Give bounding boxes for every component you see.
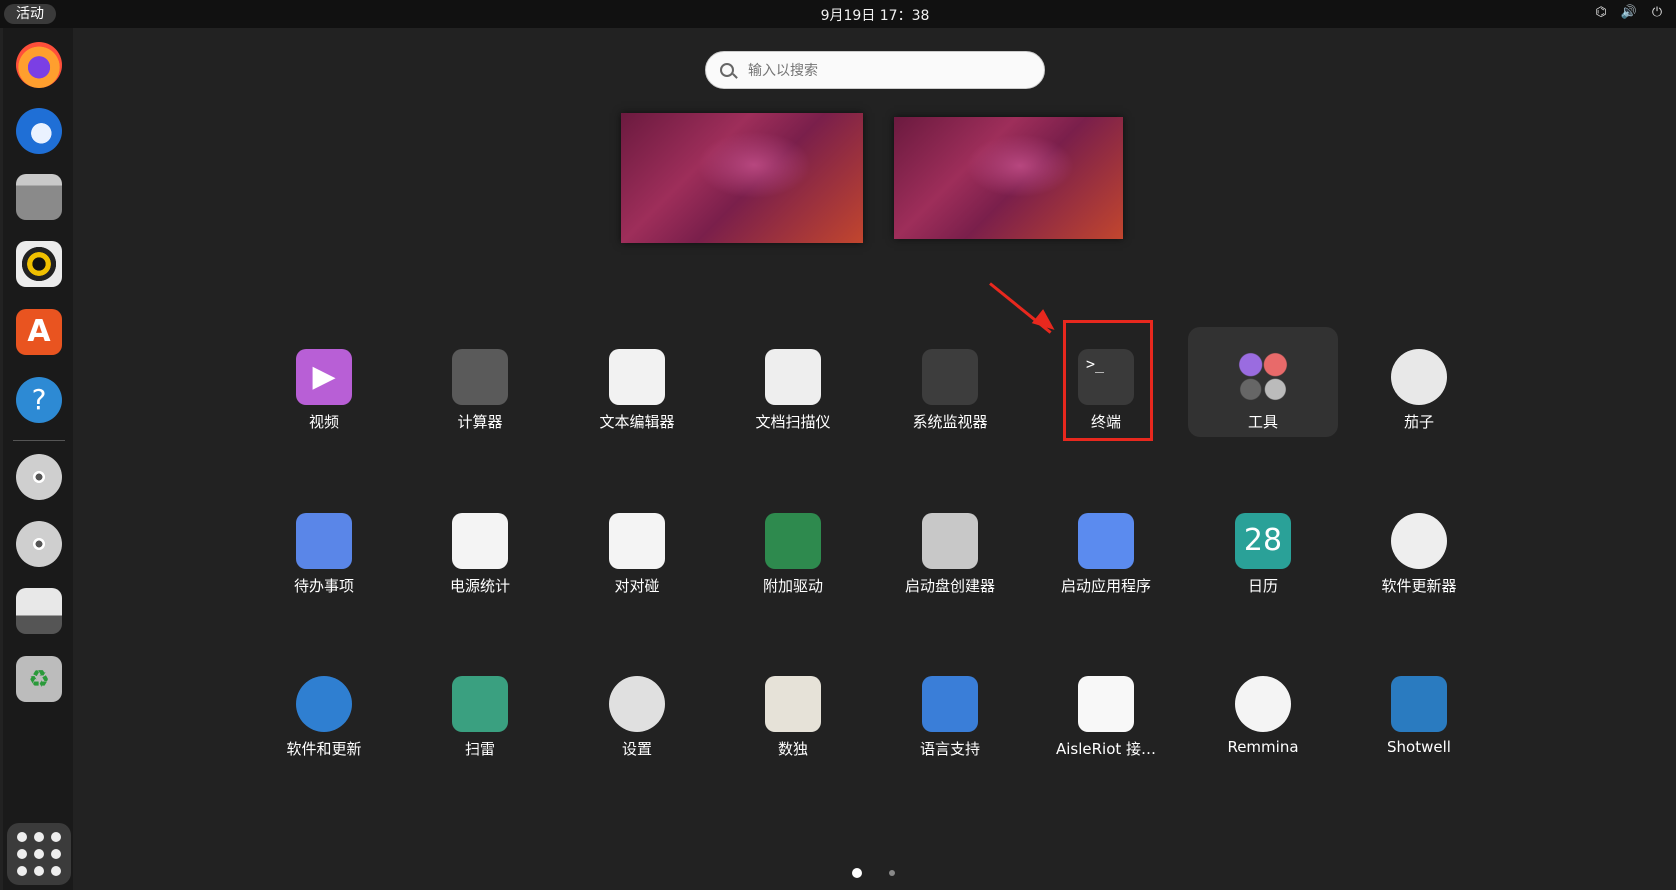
trash-icon[interactable]: ♻ [16, 656, 62, 702]
wallpaper-image [621, 113, 863, 243]
mines-icon [452, 676, 508, 732]
thunderbird-icon[interactable] [16, 108, 62, 154]
app-label: 工具 [1247, 413, 1278, 431]
cheese-icon [1391, 349, 1447, 405]
remmina-icon [1235, 676, 1291, 732]
app-utilities-folder[interactable]: 工具 [1188, 327, 1338, 437]
calendar-icon: 28 [1235, 513, 1291, 569]
video-icon: ▶ [296, 349, 352, 405]
sudoku-icon [765, 676, 821, 732]
workspace-thumbnail-2[interactable] [894, 117, 1123, 239]
app-label: 启动盘创建器 [904, 577, 995, 595]
system-monitor-icon [922, 349, 978, 405]
network-icon[interactable]: ⌬ [1592, 4, 1610, 22]
page-indicator-1[interactable] [852, 868, 862, 878]
app-power-statistics[interactable]: 电源统计 [405, 491, 555, 601]
app-label: 数独 [777, 740, 808, 758]
app-label: 视频 [308, 413, 339, 431]
app-language-support[interactable]: 语言支持 [875, 654, 1025, 764]
show-apps-button[interactable] [7, 823, 71, 885]
app-label: 附加驱动 [762, 577, 823, 595]
app-label: 设置 [621, 740, 652, 758]
app-text-editor[interactable]: 文本编辑器 [562, 327, 712, 437]
startup-disk-creator-icon [922, 513, 978, 569]
app-label: 茄子 [1403, 413, 1434, 431]
workspace-thumbnail-1[interactable] [621, 113, 863, 243]
todo-icon [296, 513, 352, 569]
firefox-icon[interactable] [16, 42, 62, 88]
software-properties-icon [296, 676, 352, 732]
power-icon[interactable]: ⏻ [1648, 4, 1666, 22]
app-label: Remmina [1227, 738, 1299, 756]
settings-icon [609, 676, 665, 732]
files-icon[interactable] [16, 174, 62, 220]
utilities-folder-icon [1235, 349, 1291, 405]
search-box[interactable] [705, 51, 1045, 89]
wallpaper-image [894, 117, 1123, 239]
document-scanner-icon [765, 349, 821, 405]
app-label: 电源统计 [449, 577, 510, 595]
app-system-monitor[interactable]: 系统监视器 [875, 327, 1025, 437]
aisleriot-icon [1078, 676, 1134, 732]
app-settings[interactable]: 设置 [562, 654, 712, 764]
highlight-box [1063, 320, 1153, 441]
app-label: 文本编辑器 [599, 413, 675, 431]
clock[interactable]: 9月19日 17：38 [0, 5, 1676, 25]
rhythmbox-icon[interactable] [16, 241, 62, 287]
app-label: 软件和更新 [286, 740, 362, 758]
app-label: 文档扫描仪 [755, 413, 831, 431]
app-label: AisleRiot 接… [1055, 740, 1157, 758]
app-label: Shotwell [1387, 738, 1451, 756]
language-support-icon [922, 676, 978, 732]
app-document-scanner[interactable]: 文档扫描仪 [718, 327, 868, 437]
disc-icon[interactable] [16, 454, 62, 500]
app-startup-disk-creator[interactable]: 启动盘创建器 [875, 491, 1025, 601]
disc-icon[interactable] [16, 521, 62, 567]
dock: A ? ♻ [3, 28, 73, 890]
search-icon [720, 63, 734, 77]
app-label: 日历 [1247, 577, 1278, 595]
search-input[interactable] [746, 59, 1030, 83]
app-video[interactable]: ▶ 视频 [249, 327, 399, 437]
app-center-icon[interactable]: A [16, 309, 62, 355]
app-sudoku[interactable]: 数独 [718, 654, 868, 764]
startup-applications-icon [1078, 513, 1134, 569]
shotwell-icon [1391, 676, 1447, 732]
app-software-updater[interactable]: 软件更新器 [1344, 491, 1494, 601]
power-statistics-icon [452, 513, 508, 569]
app-aisleriot[interactable]: AisleRiot 接… [1031, 654, 1181, 764]
volume-icon[interactable]: 🔊 [1620, 4, 1638, 22]
app-software-properties[interactable]: 软件和更新 [249, 654, 399, 764]
software-updater-icon [1391, 513, 1447, 569]
help-icon[interactable]: ? [16, 377, 62, 423]
text-editor-icon [609, 349, 665, 405]
app-calculator[interactable]: 计算器 [405, 327, 555, 437]
app-todo[interactable]: 待办事项 [249, 491, 399, 601]
app-mahjongg[interactable]: 对对碰 [562, 491, 712, 601]
page-indicator-2[interactable] [889, 870, 895, 876]
additional-drivers-icon [765, 513, 821, 569]
app-cheese[interactable]: 茄子 [1344, 327, 1494, 437]
app-remmina[interactable]: Remmina [1188, 654, 1338, 764]
app-label: 启动应用程序 [1060, 577, 1151, 595]
app-label: 软件更新器 [1381, 577, 1457, 595]
calculator-icon [452, 349, 508, 405]
system-tray[interactable]: ⌬ 🔊 ⏻ [1592, 4, 1666, 22]
app-label: 系统监视器 [912, 413, 988, 431]
floppy-drive-icon[interactable] [16, 588, 62, 634]
app-mines[interactable]: 扫雷 [405, 654, 555, 764]
app-shotwell[interactable]: Shotwell [1344, 654, 1494, 764]
app-startup-applications[interactable]: 启动应用程序 [1031, 491, 1181, 601]
app-label: 扫雷 [464, 740, 495, 758]
app-label: 对对碰 [614, 577, 660, 595]
app-label: 待办事项 [293, 577, 354, 595]
dock-separator [13, 440, 65, 441]
app-additional-drivers[interactable]: 附加驱动 [718, 491, 868, 601]
app-calendar[interactable]: 28 日历 [1188, 491, 1338, 601]
mahjongg-icon [609, 513, 665, 569]
app-label: 语言支持 [919, 740, 980, 758]
top-bar: 活动 9月19日 17：38 ⌬ 🔊 ⏻ [0, 0, 1676, 28]
app-label: 计算器 [457, 413, 503, 431]
